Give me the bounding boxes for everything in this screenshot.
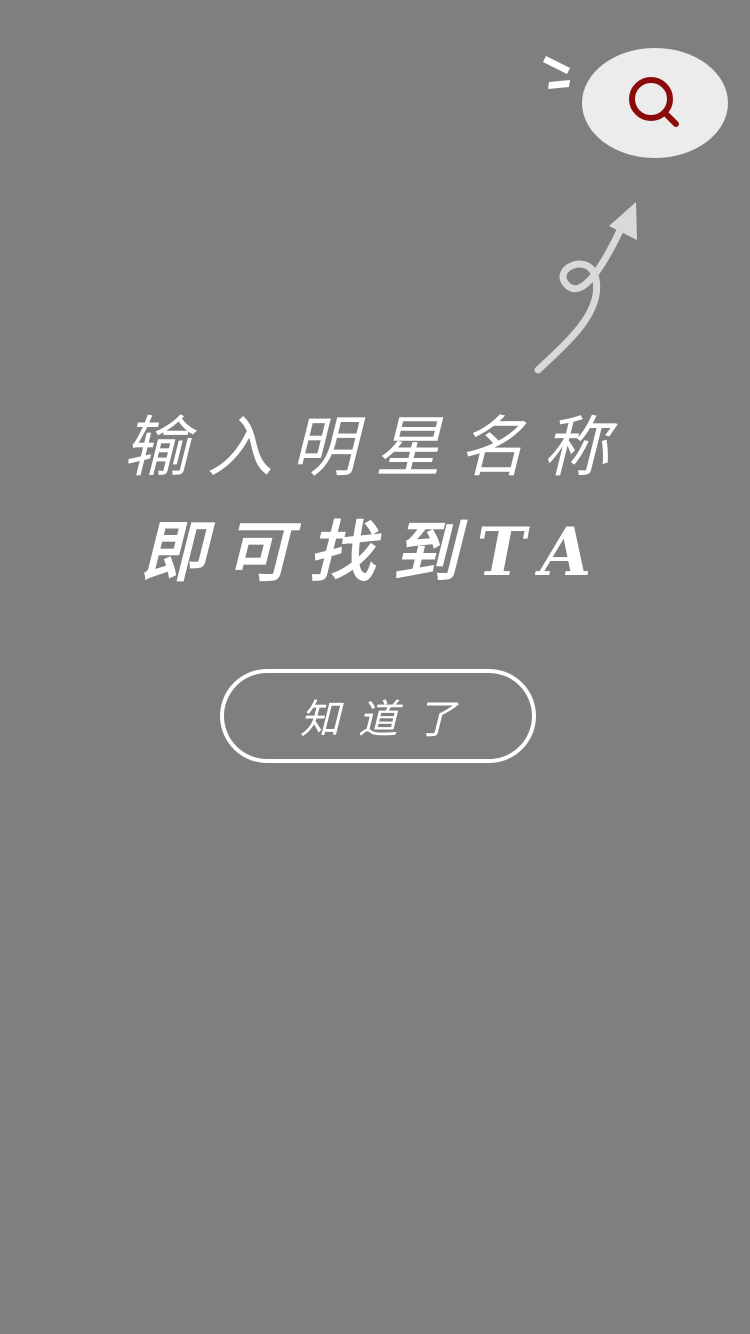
got-it-button[interactable]: 知道了 xyxy=(220,669,536,763)
guide-text-line2: 即可找到TA xyxy=(140,513,610,591)
search-button[interactable] xyxy=(582,48,728,158)
spark-decoration xyxy=(543,56,570,89)
search-icon xyxy=(625,73,685,133)
guide-text-line1: 输入明星名称 xyxy=(123,409,627,486)
hint-arrow-icon xyxy=(534,202,637,374)
